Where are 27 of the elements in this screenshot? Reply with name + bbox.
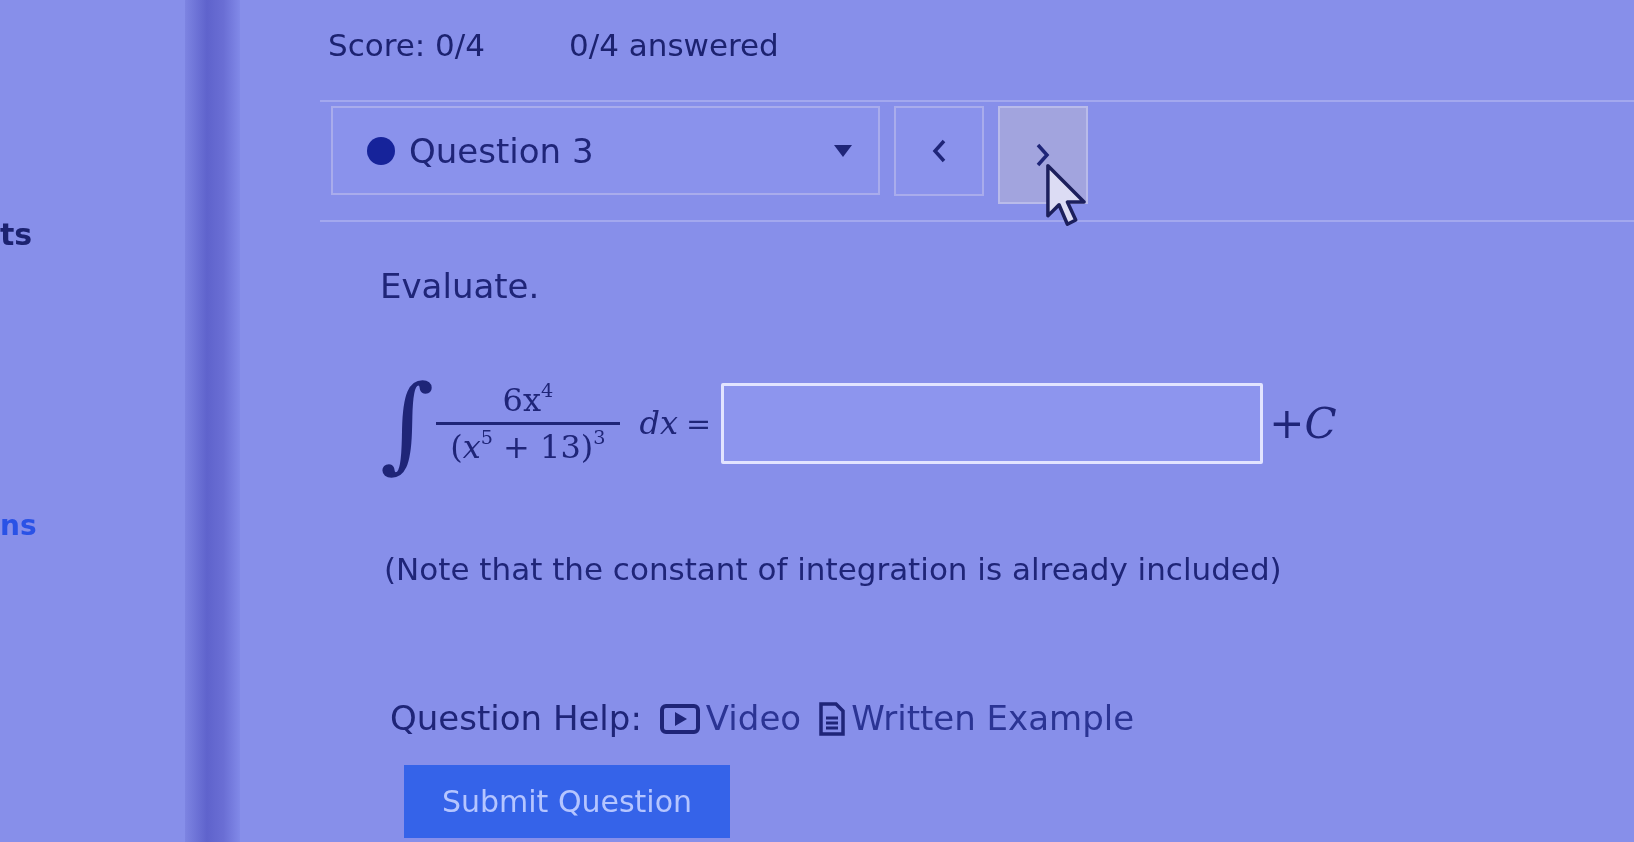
question-select[interactable]: Question 3	[331, 106, 880, 195]
score-text: Score: 0/4	[328, 27, 485, 64]
submit-button[interactable]: Submit Question	[404, 765, 730, 838]
previous-button[interactable]	[894, 106, 984, 196]
caret-icon	[834, 144, 852, 157]
next-button[interactable]	[998, 106, 1088, 204]
status-dot-icon	[367, 136, 395, 165]
sidebar-label: ts	[0, 220, 33, 250]
written-example-link[interactable]: Written Example	[819, 698, 1135, 739]
equals-sign: =	[686, 405, 712, 441]
answer-field[interactable]	[721, 382, 1264, 464]
note-text: (Note that the constant of integration is already included)	[384, 551, 1282, 588]
constant-term: +C	[1269, 398, 1337, 448]
differential: dx	[639, 404, 679, 442]
question-prompt: Evaluate.	[380, 266, 540, 307]
chevron-left-icon	[932, 139, 946, 163]
mouse-pointer-icon	[1045, 163, 1087, 227]
help-label: Question Help:	[390, 698, 642, 739]
answered-count: 0/4 answered	[569, 27, 779, 64]
fraction-numerator: 6x$^{4}$	[501, 377, 555, 421]
video-icon	[659, 703, 700, 734]
document-icon	[819, 701, 846, 736]
chevron-right-icon	[1036, 143, 1050, 167]
integral-sign: ∫	[380, 361, 435, 486]
video-link[interactable]: Video	[659, 698, 802, 739]
sidebar-link[interactable]: ns	[0, 512, 37, 540]
fraction-denominator: (x$^{5}$ + 13)$^{3}$	[449, 424, 607, 468]
